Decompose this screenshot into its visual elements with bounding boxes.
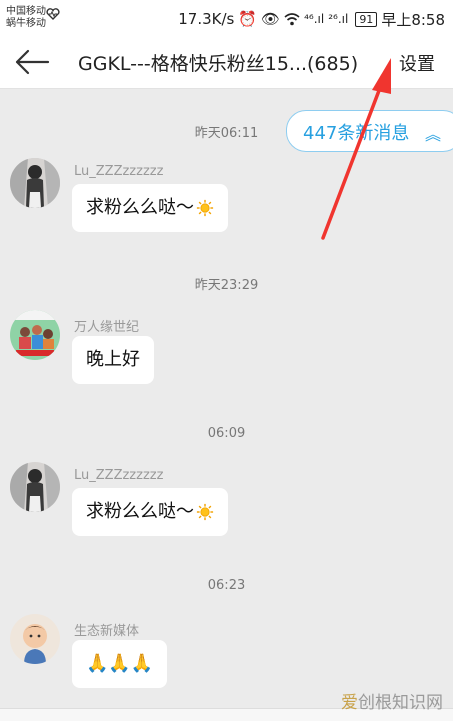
avatar[interactable] (10, 462, 60, 512)
watermark-logo-char: 爱 (341, 693, 358, 713)
message-text: 晚上好 (86, 349, 140, 370)
avatar[interactable] (10, 614, 60, 664)
sender-name: 万人缘世纪 (74, 320, 140, 335)
watermark-text: 创根知识网 (358, 693, 443, 713)
praying-hands-emoji: 🙏🙏🙏 (86, 653, 154, 674)
back-arrow-icon[interactable] (14, 48, 50, 76)
message-timestamp: 06:09 (207, 426, 246, 441)
carrier-secondary: 蜗牛移动 (6, 18, 46, 29)
sender-name: Lu_ZZZzzzzzz (74, 468, 164, 483)
avatar[interactable] (10, 310, 60, 360)
message-text: 求粉么么哒～ (86, 197, 194, 218)
baby-avatar-icon (10, 614, 60, 664)
group-title: GGKL---格格快乐粉丝15...(685) (78, 53, 359, 75)
user-avatar-icon (10, 158, 60, 208)
message-bubble[interactable]: 晚上好 (72, 336, 154, 384)
status-bar: 中国移动 蜗牛移动 17.3K/s ⏰ 👁 ⁴⁶.ıl ²⁶.ıl 91 早上8… (0, 0, 453, 36)
wifi-icon (284, 13, 300, 26)
annotation-arrow (321, 58, 391, 240)
clock: 早上8:58 (381, 10, 445, 29)
sun-icon (196, 503, 214, 521)
new-messages-badge[interactable]: 447条新消息 ︽ (286, 110, 453, 152)
message-timestamp: 06:23 (207, 578, 246, 593)
message-bubble[interactable]: 求粉么么哒～ (72, 184, 228, 232)
settings-button[interactable]: 设置 (399, 50, 435, 76)
message-timestamp: 昨天23:29 (194, 278, 259, 293)
watermark: 爱创根知识网 (341, 688, 443, 713)
user-avatar-icon (10, 462, 60, 512)
signal-4g-icon: ⁴⁶.ıl (304, 12, 325, 26)
message-bubble[interactable]: 🙏🙏🙏 (72, 640, 168, 688)
battery-icon: 91 (355, 11, 378, 27)
message-text: 求粉么么哒～ (86, 501, 194, 522)
message-bubble[interactable]: 求粉么么哒～ (72, 488, 228, 536)
status-right: 17.3K/s ⏰ 👁 ⁴⁶.ıl ²⁶.ıl 91 早上8:58 (178, 9, 445, 29)
heart-icon (46, 8, 60, 20)
double-chevron-up-icon: ︽ (425, 125, 442, 144)
chat-header: GGKL---格格快乐粉丝15...(685) 设置 (0, 36, 453, 89)
sender-name: Lu_ZZZzzzzzz (74, 164, 164, 179)
new-messages-label: 447条新消息 (303, 123, 410, 144)
carrier-info: 中国移动 蜗牛移动 (6, 6, 46, 30)
alarm-icon: ⏰ (238, 10, 258, 28)
group-avatar-icon (10, 310, 60, 360)
sender-name: 生态新媒体 (74, 624, 140, 639)
sun-icon (196, 199, 214, 217)
carrier-primary: 中国移动 (6, 6, 46, 17)
eye-icon: 👁 (261, 10, 281, 28)
signal-2g-icon: ²⁶.ıl (328, 12, 349, 26)
network-speed: 17.3K/s (178, 10, 235, 28)
avatar[interactable] (10, 158, 60, 208)
